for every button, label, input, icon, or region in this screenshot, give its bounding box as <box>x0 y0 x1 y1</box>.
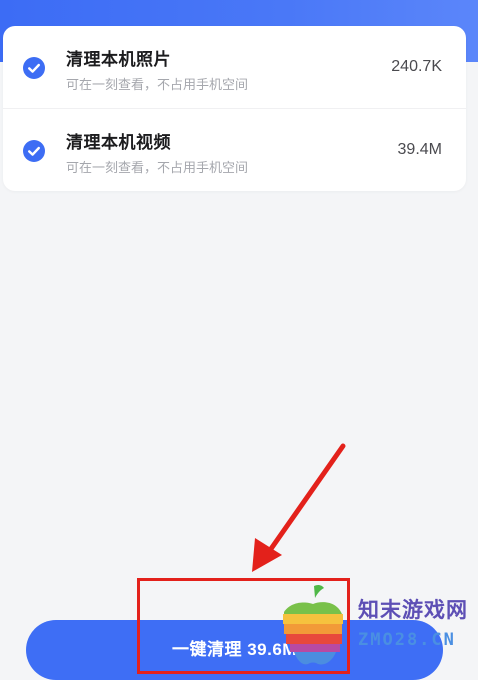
list-item-photos[interactable]: 清理本机照片 可在一刻查看，不占用手机空间 240.7K <box>3 26 466 108</box>
cleanup-options-card: 清理本机照片 可在一刻查看，不占用手机空间 240.7K 清理本机视频 可在一刻… <box>3 26 466 191</box>
item-subtitle: 可在一刻查看，不占用手机空间 <box>66 160 249 175</box>
watermark: 知末游戏网 ZMO28.CN <box>278 582 478 666</box>
watermark-url: ZMO28.CN <box>358 630 456 650</box>
item-title: 清理本机视频 <box>66 133 171 152</box>
item-title: 清理本机照片 <box>66 50 171 69</box>
item-subtitle: 可在一刻查看，不占用手机空间 <box>66 77 249 92</box>
watermark-text: 知末游戏网 <box>358 599 468 622</box>
checkmark-circle-icon[interactable] <box>23 140 45 162</box>
apple-logo-icon <box>283 584 343 665</box>
item-size: 39.4M <box>397 141 442 158</box>
list-item-videos[interactable]: 清理本机视频 可在一刻查看，不占用手机空间 39.4M <box>3 109 466 191</box>
item-size: 240.7K <box>391 58 442 75</box>
red-arrow-annotation <box>252 443 346 572</box>
checkmark-circle-icon[interactable] <box>23 57 45 79</box>
